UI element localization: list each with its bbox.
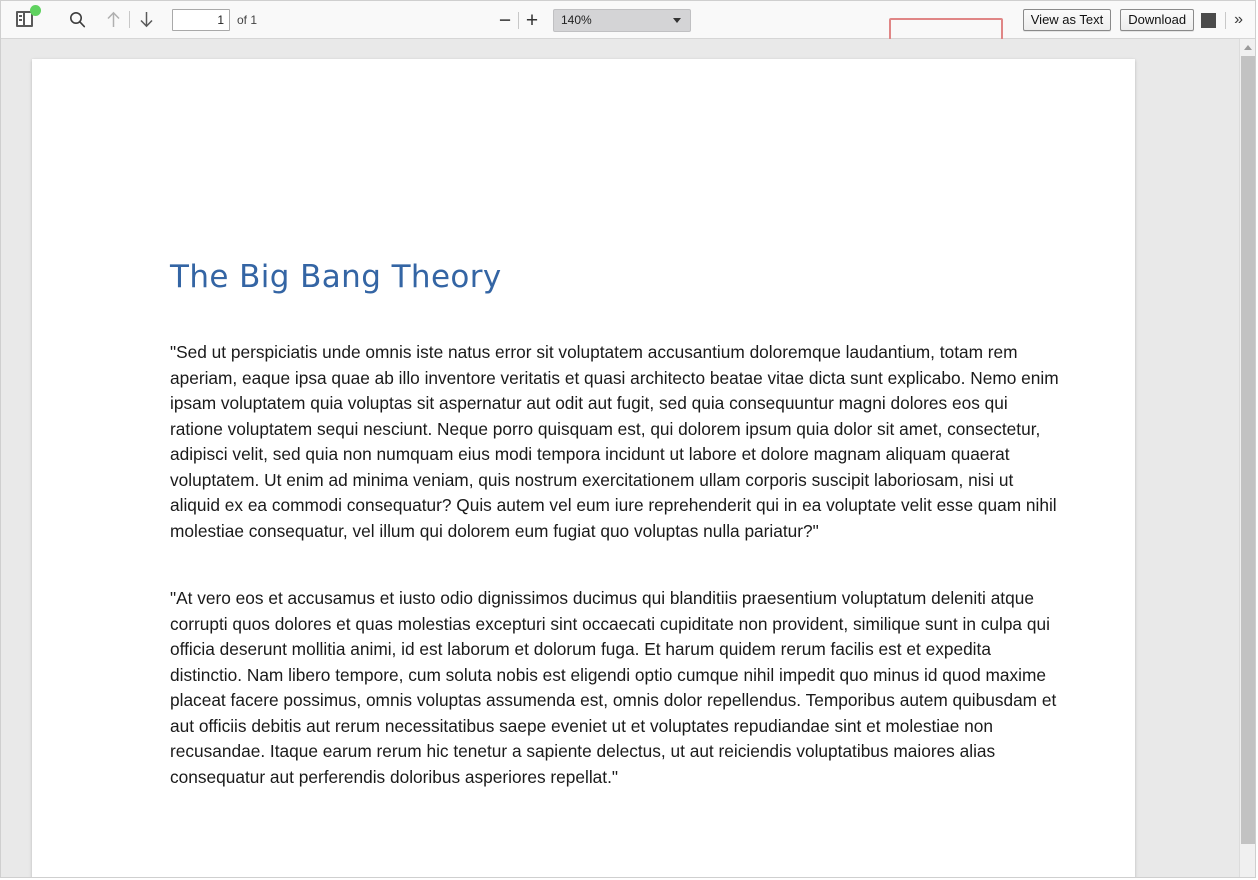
- view-as-text-button[interactable]: View as Text: [1022, 9, 1112, 31]
- toolbar-divider: [129, 11, 130, 28]
- scrollbar-thumb[interactable]: [1241, 56, 1255, 844]
- page-count-label: of 1: [237, 12, 258, 27]
- pdf-viewer: of 1 − + 140% View as Text Download » Th…: [0, 0, 1256, 878]
- zoom-out-button[interactable]: −: [494, 10, 516, 31]
- document-paragraph: "Sed ut perspiciatis unde omnis iste nat…: [170, 342, 1059, 541]
- chevron-down-icon: [673, 18, 681, 23]
- toolbar-right-group: View as Text Download »: [1022, 1, 1247, 39]
- triangle-up-icon: [1243, 45, 1252, 50]
- more-tools-button[interactable]: »: [1234, 12, 1243, 28]
- viewer-toolbar: of 1 − + 140% View as Text Download »: [1, 1, 1255, 59]
- arrow-down-icon: [139, 11, 154, 28]
- toolbar-left-group: of 1: [1, 4, 258, 34]
- color-swatch-button[interactable]: [1201, 12, 1217, 28]
- arrow-up-icon: [106, 11, 121, 28]
- zoom-divider: [518, 11, 519, 29]
- download-button[interactable]: Download: [1120, 9, 1195, 31]
- zoom-level-select[interactable]: 140%: [553, 8, 691, 32]
- page-content: The Big Bang Theory "Sed ut perspiciatis…: [32, 59, 1135, 790]
- document-scroll-area: The Big Bang Theory "Sed ut perspiciatis…: [1, 39, 1255, 877]
- vertical-scrollbar[interactable]: [1239, 39, 1255, 877]
- zoom-level-value: 140%: [561, 13, 592, 27]
- sidebar-toggle-button[interactable]: [11, 4, 41, 34]
- notification-badge-dot: [29, 4, 41, 16]
- search-icon: [69, 11, 86, 28]
- document-title: The Big Bang Theory: [170, 259, 502, 295]
- search-button[interactable]: [63, 6, 91, 34]
- page-number-input[interactable]: [172, 8, 230, 31]
- sidebar-toggle-icon: [15, 4, 41, 29]
- scrollbar-up-button[interactable]: [1240, 39, 1255, 56]
- zoom-in-button[interactable]: +: [521, 10, 543, 31]
- zoom-controls-group: − + 140%: [494, 1, 691, 39]
- next-page-button[interactable]: [132, 6, 160, 34]
- document-paragraph: "At vero eos et accusamus et iusto odio …: [170, 588, 1057, 787]
- previous-page-button[interactable]: [99, 6, 127, 34]
- document-page: The Big Bang Theory "Sed ut perspiciatis…: [32, 59, 1135, 877]
- right-divider: [1225, 11, 1227, 29]
